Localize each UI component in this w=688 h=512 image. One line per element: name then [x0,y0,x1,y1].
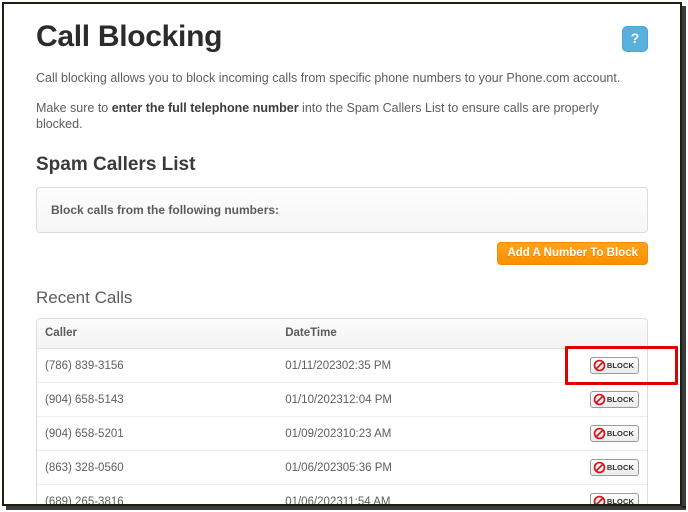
block-button[interactable]: BLOCK [589,493,639,504]
recent-calls-table-head: Caller DateTime [37,319,647,349]
cell-datetime: 01/09/202310:23 AM [285,416,541,451]
intro-line-2-prefix: Make sure to [36,101,112,115]
no-entry-icon [593,495,606,504]
column-header-caller: Caller [37,319,286,349]
block-button-label: BLOCK [606,395,634,404]
table-row: (904) 658-5143 01/10/202312:04 PM BLOCK [37,382,647,417]
add-number-button-row: Add A Number To Block [36,242,648,265]
cell-action: BLOCK [540,450,647,485]
column-header-datetime: DateTime [285,319,541,349]
recent-calls-table-wrapper: Caller DateTime (786) 839-3156 01/11/2023… [36,318,648,504]
no-entry-icon [593,393,606,406]
block-button-label: BLOCK [606,429,634,438]
spam-callers-list-heading: Spam Callers List [36,154,196,175]
block-button[interactable]: BLOCK [589,357,639,374]
window-shadow-bottom [6,506,686,510]
spam-callers-panel-label: Block calls from the following numbers: [51,203,280,217]
recent-calls-table-body: (786) 839-3156 01/11/202302:35 PM BLOCK (9… [37,348,647,504]
recent-calls-heading: Recent Calls [36,288,133,307]
add-number-to-block-button[interactable]: Add A Number To Block [497,242,648,265]
cell-datetime: 01/06/202311:54 AM [285,484,541,504]
cell-caller: (904) 658-5143 [37,382,286,417]
cell-datetime: 01/06/202305:36 PM [285,450,541,485]
column-header-action [540,319,647,349]
cell-action: BLOCK [540,416,647,451]
table-row: (904) 658-5201 01/09/202310:23 AM BLOCK [37,416,647,451]
block-button[interactable]: BLOCK [589,391,639,408]
page-content: ? Call Blocking Call blocking allows you… [4,4,680,504]
no-entry-icon [593,359,606,372]
cell-action: BLOCK [540,484,647,504]
block-button-label: BLOCK [606,463,634,472]
block-button[interactable]: BLOCK [589,459,639,476]
spam-callers-panel: Block calls from the following numbers: [36,187,648,233]
page-title: Call Blocking [36,20,223,53]
table-row: (863) 328-0560 01/06/202305:36 PM BLOCK [37,450,647,485]
no-entry-icon [593,427,606,440]
cell-action: BLOCK [540,348,647,383]
content-container: ? Call Blocking Call blocking allows you… [36,4,678,504]
cell-action: BLOCK [540,382,647,417]
cell-caller: (689) 265-3816 [37,484,286,504]
no-entry-icon [593,461,606,474]
window-shadow-right [682,6,686,508]
cell-caller: (863) 328-0560 [37,450,286,485]
help-button[interactable]: ? [622,26,648,52]
question-mark-icon: ? [630,30,640,46]
cell-caller: (904) 658-5201 [37,416,286,451]
table-header-row: Caller DateTime [37,319,647,349]
block-button[interactable]: BLOCK [589,425,639,442]
intro-line-1: Call blocking allows you to block incomi… [36,71,621,85]
block-button-label: BLOCK [606,361,634,370]
cell-caller: (786) 839-3156 [37,348,286,383]
cell-datetime: 01/11/202302:35 PM [285,348,541,383]
screenshot-root: ? Call Blocking Call blocking allows you… [0,0,688,512]
intro-line-2-bold: enter the full telephone number [111,101,299,115]
table-row: (786) 839-3156 01/11/202302:35 PM BLOCK [37,348,647,383]
recent-calls-table: Caller DateTime (786) 839-3156 01/11/2023… [37,319,647,504]
intro-line-2: Make sure to enter the full telephone nu… [36,100,648,132]
block-button-label: BLOCK [606,497,634,504]
table-row: (689) 265-3816 01/06/202311:54 AM BLOCK [37,484,647,504]
cell-datetime: 01/10/202312:04 PM [285,382,541,417]
